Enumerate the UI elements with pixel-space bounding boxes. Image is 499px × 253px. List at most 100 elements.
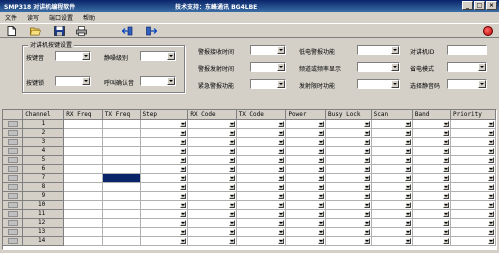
- chevron-down-icon[interactable]: [404, 138, 411, 145]
- cell-busy-lock[interactable]: [325, 218, 372, 228]
- chevron-down-icon[interactable]: [180, 120, 187, 127]
- table-row[interactable]: 6: [3, 164, 496, 174]
- cell-busy-lock[interactable]: [325, 137, 372, 147]
- cell-busy-lock[interactable]: [325, 128, 372, 138]
- cell-scan[interactable]: [371, 218, 413, 228]
- chevron-down-icon[interactable]: [318, 201, 325, 208]
- chevron-down-icon[interactable]: [278, 165, 285, 172]
- cell-step[interactable]: [140, 182, 189, 192]
- cell-scan[interactable]: [371, 227, 413, 237]
- cell-rx-freq[interactable]: [63, 155, 103, 165]
- cell-band[interactable]: [412, 128, 452, 138]
- cell-tx-code[interactable]: [236, 236, 287, 246]
- chevron-down-icon[interactable]: [443, 165, 449, 172]
- squelch-level-select[interactable]: [140, 51, 176, 61]
- cell-power[interactable]: [285, 200, 327, 210]
- column-header-scan[interactable]: Scan: [371, 110, 413, 120]
- chevron-down-icon[interactable]: [363, 210, 370, 217]
- cell-scan[interactable]: [371, 209, 413, 219]
- cell-tx-code[interactable]: [236, 128, 287, 138]
- cell-scan[interactable]: [371, 236, 413, 246]
- cell-power[interactable]: [285, 128, 327, 138]
- cell-rx-code[interactable]: [187, 182, 237, 192]
- chevron-down-icon[interactable]: [278, 210, 285, 217]
- new-file-icon[interactable]: [6, 26, 17, 36]
- cell-busy-lock[interactable]: [325, 155, 372, 165]
- cell-rx-code[interactable]: [187, 218, 237, 228]
- cell-priority[interactable]: [450, 218, 496, 228]
- row-selector[interactable]: [3, 218, 24, 228]
- chevron-down-icon[interactable]: [488, 120, 494, 127]
- read-radio-icon[interactable]: [122, 26, 133, 36]
- cell-power[interactable]: [285, 119, 327, 129]
- column-header-rx-code[interactable]: RX Code: [187, 110, 237, 120]
- cell-busy-lock[interactable]: [325, 200, 372, 210]
- cell-scan[interactable]: [371, 137, 413, 147]
- chevron-down-icon[interactable]: [180, 201, 187, 208]
- cell-tx-freq[interactable]: [102, 137, 141, 147]
- chevron-down-icon[interactable]: [228, 201, 235, 208]
- chevron-down-icon[interactable]: [488, 156, 494, 163]
- cell-rx-freq[interactable]: [63, 173, 103, 183]
- chevron-down-icon[interactable]: [228, 192, 235, 199]
- chevron-down-icon[interactable]: [404, 237, 411, 244]
- open-folder-icon[interactable]: [30, 26, 41, 36]
- cell-rx-freq[interactable]: [63, 137, 103, 147]
- chevron-down-icon[interactable]: [404, 228, 411, 235]
- chevron-down-icon[interactable]: [228, 156, 235, 163]
- cell-power[interactable]: [285, 164, 327, 174]
- radio-id-input[interactable]: [447, 45, 487, 55]
- cell-rx-freq[interactable]: [63, 146, 103, 156]
- cell-tx-code[interactable]: [236, 155, 287, 165]
- cell-tx-freq[interactable]: [102, 119, 141, 129]
- cell-tx-code[interactable]: [236, 173, 287, 183]
- cell-rx-code[interactable]: [187, 128, 237, 138]
- chevron-down-icon[interactable]: [404, 219, 411, 226]
- cell-band[interactable]: [412, 227, 452, 237]
- cell-busy-lock[interactable]: [325, 182, 372, 192]
- chevron-down-icon[interactable]: [228, 237, 235, 244]
- row-selector[interactable]: [3, 182, 24, 192]
- cell-power[interactable]: [285, 227, 327, 237]
- minimize-button[interactable]: _: [462, 1, 473, 10]
- chevron-down-icon[interactable]: [228, 165, 235, 172]
- chevron-down-icon[interactable]: [228, 228, 235, 235]
- cell-power[interactable]: [285, 191, 327, 201]
- chevron-down-icon[interactable]: [180, 183, 187, 190]
- chevron-down-icon[interactable]: [443, 210, 449, 217]
- row-selector[interactable]: [3, 164, 24, 174]
- chevron-down-icon[interactable]: [363, 156, 370, 163]
- chevron-down-icon[interactable]: [443, 129, 449, 136]
- maximize-button[interactable]: □: [474, 1, 485, 10]
- chevron-down-icon[interactable]: [488, 237, 494, 244]
- close-button[interactable]: ×: [486, 1, 497, 10]
- cell-band[interactable]: [412, 146, 452, 156]
- chevron-down-icon[interactable]: [443, 201, 449, 208]
- chevron-down-icon[interactable]: [318, 147, 325, 154]
- chevron-down-icon[interactable]: [363, 201, 370, 208]
- cell-power[interactable]: [285, 137, 327, 147]
- cell-rx-code[interactable]: [187, 146, 237, 156]
- chevron-down-icon[interactable]: [228, 183, 235, 190]
- chevron-down-icon[interactable]: [278, 183, 285, 190]
- table-row[interactable]: 10: [3, 200, 496, 210]
- chevron-down-icon[interactable]: [488, 228, 494, 235]
- chevron-down-icon[interactable]: [363, 174, 370, 181]
- cell-tx-freq[interactable]: [102, 164, 141, 174]
- cell-tx-freq[interactable]: [102, 146, 141, 156]
- cell-tx-code[interactable]: [236, 146, 287, 156]
- cell-tx-freq[interactable]: [102, 236, 141, 246]
- cell-tx-freq[interactable]: [102, 191, 141, 201]
- cell-busy-lock[interactable]: [325, 191, 372, 201]
- cell-band[interactable]: [412, 236, 452, 246]
- table-row[interactable]: 14: [3, 236, 496, 246]
- chevron-down-icon[interactable]: [180, 174, 187, 181]
- cell-priority[interactable]: [450, 164, 496, 174]
- menu-help[interactable]: 帮助: [78, 13, 100, 22]
- call-confirm-tone-select[interactable]: [140, 76, 176, 86]
- cell-priority[interactable]: [450, 137, 496, 147]
- column-header-power[interactable]: Power: [285, 110, 327, 120]
- cell-band[interactable]: [412, 209, 452, 219]
- cell-step[interactable]: [140, 236, 189, 246]
- chevron-down-icon[interactable]: [278, 219, 285, 226]
